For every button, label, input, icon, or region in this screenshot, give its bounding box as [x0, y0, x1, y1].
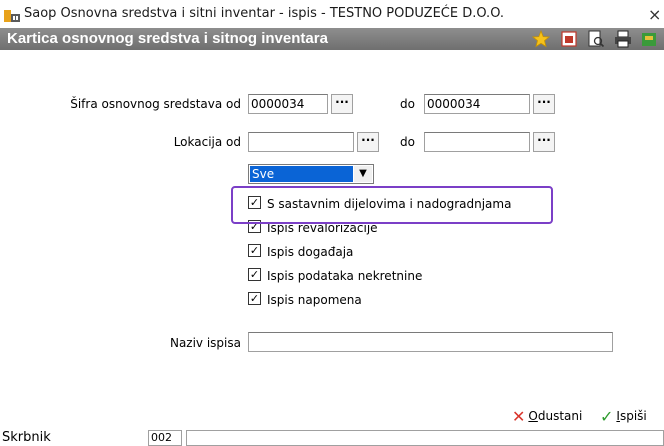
sifra-from-lookup-button[interactable]: ···	[331, 94, 353, 114]
checkbox-checked-icon[interactable]: ✓	[248, 268, 261, 281]
print-label: spiši	[619, 409, 647, 423]
lokacija-to-input[interactable]	[424, 132, 530, 152]
checkbox-label: Ispis događaja	[267, 244, 354, 259]
lokacija-to-lookup-button[interactable]: ···	[533, 132, 555, 152]
status-value	[186, 430, 664, 446]
app-icon	[4, 10, 20, 22]
export-icon[interactable]	[641, 30, 659, 48]
cancel-accel: O	[528, 409, 538, 423]
checkbox-dogadaji[interactable]: ✓ Ispis događaja	[248, 244, 353, 262]
status-code: 002	[148, 430, 182, 446]
window-title: Saop Osnovna sredstva i sitni inventar -…	[24, 6, 505, 21]
status-label: Skrbnik	[2, 430, 51, 445]
lokacija-from-input[interactable]	[248, 132, 354, 152]
checkmark-icon: ✓	[600, 406, 614, 426]
chevron-down-icon[interactable]: ▼	[354, 166, 372, 182]
print-preview-icon[interactable]	[587, 30, 605, 48]
lokacija-label: Lokacija od	[173, 135, 241, 149]
cancel-button[interactable]: ✕ Odustani	[512, 404, 582, 428]
naziv-ispisa-label: Naziv ispisa	[169, 336, 241, 350]
form-header: Kartica osnovnog sredstva i sitnog inven…	[0, 28, 664, 50]
sifra-from-input[interactable]: 0000034	[248, 94, 328, 114]
printer-icon[interactable]	[614, 30, 632, 48]
print-button[interactable]: ✓ Ispiši	[600, 404, 647, 428]
checkbox-nekretnina[interactable]: ✓ Ispis podataka nekretnine	[248, 268, 422, 286]
filter-select-value: Sve	[250, 166, 353, 182]
checkbox-checked-icon[interactable]: ✓	[248, 292, 261, 305]
sifra-to-lookup-button[interactable]: ···	[533, 94, 555, 114]
checkbox-checked-icon[interactable]: ✓	[248, 244, 261, 257]
form-title: Kartica osnovnog sredstva i sitnog inven…	[7, 30, 328, 47]
naziv-ispisa-input[interactable]	[248, 332, 613, 352]
checkbox-label: Ispis napomena	[267, 292, 362, 307]
star-icon[interactable]	[532, 30, 550, 48]
filter-select[interactable]: Sve ▼	[248, 164, 374, 184]
checkbox-label: Ispis podataka nekretnine	[267, 268, 423, 283]
annotation-highlight	[231, 186, 553, 224]
sifra-to-input[interactable]: 0000034	[424, 94, 530, 114]
pdf-icon[interactable]	[560, 30, 578, 48]
sifra-label: Šifra osnovnog sredstava od	[70, 97, 241, 111]
close-icon[interactable]: ×	[648, 5, 661, 24]
window-titlebar: Saop Osnovna sredstva i sitni inventar -…	[0, 0, 664, 28]
lokacija-from-lookup-button[interactable]: ···	[357, 132, 379, 152]
cancel-label: dustani	[537, 409, 583, 423]
sifra-do-label: do	[400, 97, 415, 111]
lokacija-do-label: do	[400, 135, 415, 149]
cross-icon: ✕	[512, 406, 526, 426]
checkbox-napomena[interactable]: ✓ Ispis napomena	[248, 292, 362, 310]
